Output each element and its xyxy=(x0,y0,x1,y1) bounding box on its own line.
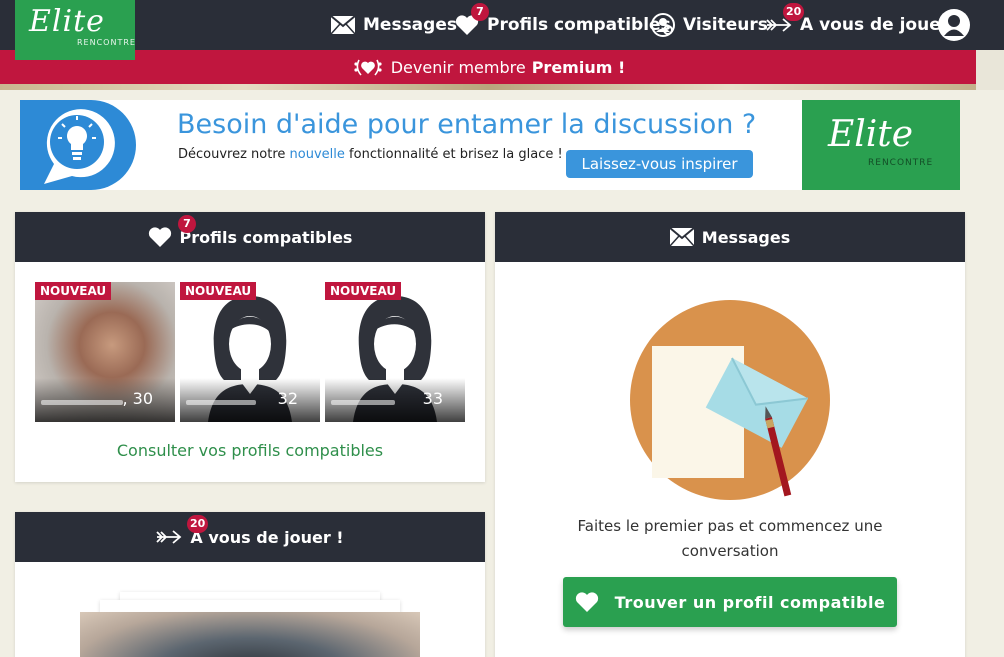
messages-card-header: Messages xyxy=(495,212,965,262)
premium-banner[interactable]: Devenir membre Premium ! xyxy=(0,50,976,84)
new-tag: NOUVEAU xyxy=(180,282,257,300)
banner-description: Découvrez notre nouvelle fonctionnalité … xyxy=(178,147,563,162)
jouer-card-title: A vous de jouer ! xyxy=(190,527,344,547)
new-tag: NOUVEAU xyxy=(35,282,112,300)
envelope-icon xyxy=(331,16,355,34)
find-profile-button[interactable]: Trouver un profil compatible xyxy=(563,577,897,627)
arrow-icon xyxy=(156,530,182,544)
profils-badge: 7 xyxy=(471,3,489,21)
profils-card-header: Profils compatibles 7 xyxy=(15,212,485,262)
profile-age: 33 xyxy=(422,389,443,408)
nav-messages-label: Messages xyxy=(363,15,457,35)
premium-bold: Premium ! xyxy=(531,57,626,77)
banner-logo: Elite RENCONTRE xyxy=(802,100,960,190)
consult-profils-link[interactable]: Consulter vos profils compatibles xyxy=(15,441,485,460)
logo-word: Elite xyxy=(29,4,105,39)
inspire-button[interactable]: Laissez-vous inspirer xyxy=(566,150,753,178)
nav-profils-label: Profils compatibles xyxy=(487,15,671,35)
banner-logo-sub: RENCONTRE xyxy=(868,158,934,168)
nav-profils-compatibles[interactable]: Profils compatibles 7 xyxy=(455,0,671,50)
profils-compatibles-card: Profils compatibles 7 NOUVEAU , 30 NOUVE… xyxy=(15,212,485,482)
profils-card-badge: 7 xyxy=(178,215,196,233)
messages-card: Messages Faites le premier pas et commen… xyxy=(495,212,965,657)
profile-age: , 30 xyxy=(122,389,153,408)
messages-empty-text: Faites le premier pas et commencez une c… xyxy=(495,514,965,564)
logo-sub: RENCONTRE xyxy=(77,38,136,47)
jouer-badge: 20 xyxy=(783,3,805,21)
new-tag: NOUVEAU xyxy=(325,282,402,300)
jouer-card-header: A vous de jouer ! 20 xyxy=(15,512,485,562)
banner-title: Besoin d'aide pour entamer la discussion… xyxy=(177,109,757,140)
top-navigation: Messages Profils compatibles 7 Visiteurs… xyxy=(0,0,1004,50)
profils-card-title: Profils compatibles xyxy=(179,227,353,247)
messages-card-title: Messages xyxy=(701,227,791,247)
premium-decoration xyxy=(0,84,976,90)
profile-thumb-1[interactable]: NOUVEAU , 30 xyxy=(35,282,175,422)
messages-text-line2: conversation xyxy=(681,542,779,560)
bulb-area xyxy=(20,100,136,190)
nav-a-vous-de-jouer[interactable]: A vous de jouer ! 20 xyxy=(766,0,963,50)
heart-icon xyxy=(148,227,171,247)
visitor-icon xyxy=(651,13,675,37)
user-icon xyxy=(938,9,970,41)
banner-desc-before: Découvrez notre xyxy=(178,147,286,162)
blurred-name xyxy=(186,400,256,405)
lightbulb-icon xyxy=(44,109,115,184)
nav-visiteurs[interactable]: Visiteurs xyxy=(651,0,768,50)
help-banner[interactable]: Besoin d'aide pour entamer la discussion… xyxy=(20,100,960,190)
letter-illustration xyxy=(630,300,830,500)
find-profile-label: Trouver un profil compatible xyxy=(614,592,886,612)
jouer-card-badge: 20 xyxy=(187,515,209,533)
banner-desc-highlight: nouvelle xyxy=(289,147,345,162)
envelope-icon xyxy=(669,228,694,246)
a-vous-de-jouer-card: A vous de jouer ! 20 xyxy=(15,512,485,657)
site-logo[interactable]: Elite RENCONTRE xyxy=(15,0,135,60)
banner-logo-word: Elite xyxy=(828,114,914,155)
profile-thumb-3[interactable]: NOUVEAU 33 xyxy=(325,282,465,422)
premium-text: Devenir membre xyxy=(390,57,526,77)
nav-messages[interactable]: Messages xyxy=(331,0,457,50)
game-profile-photo[interactable] xyxy=(80,612,420,657)
laurel-heart-icon xyxy=(354,59,382,76)
right-edge xyxy=(976,50,1004,90)
profile-age: 32 xyxy=(277,389,298,408)
profile-thumb-2[interactable]: NOUVEAU 32 xyxy=(180,282,320,422)
heart-icon xyxy=(575,592,598,612)
nav-visiteurs-label: Visiteurs xyxy=(683,15,768,35)
blurred-name xyxy=(331,400,395,405)
banner-desc-after: fonctionnalité et brisez la glace ! xyxy=(349,147,563,162)
blurred-name xyxy=(41,400,123,405)
account-button[interactable] xyxy=(938,9,970,41)
messages-text-line1: Faites le premier pas et commencez une xyxy=(577,517,883,535)
